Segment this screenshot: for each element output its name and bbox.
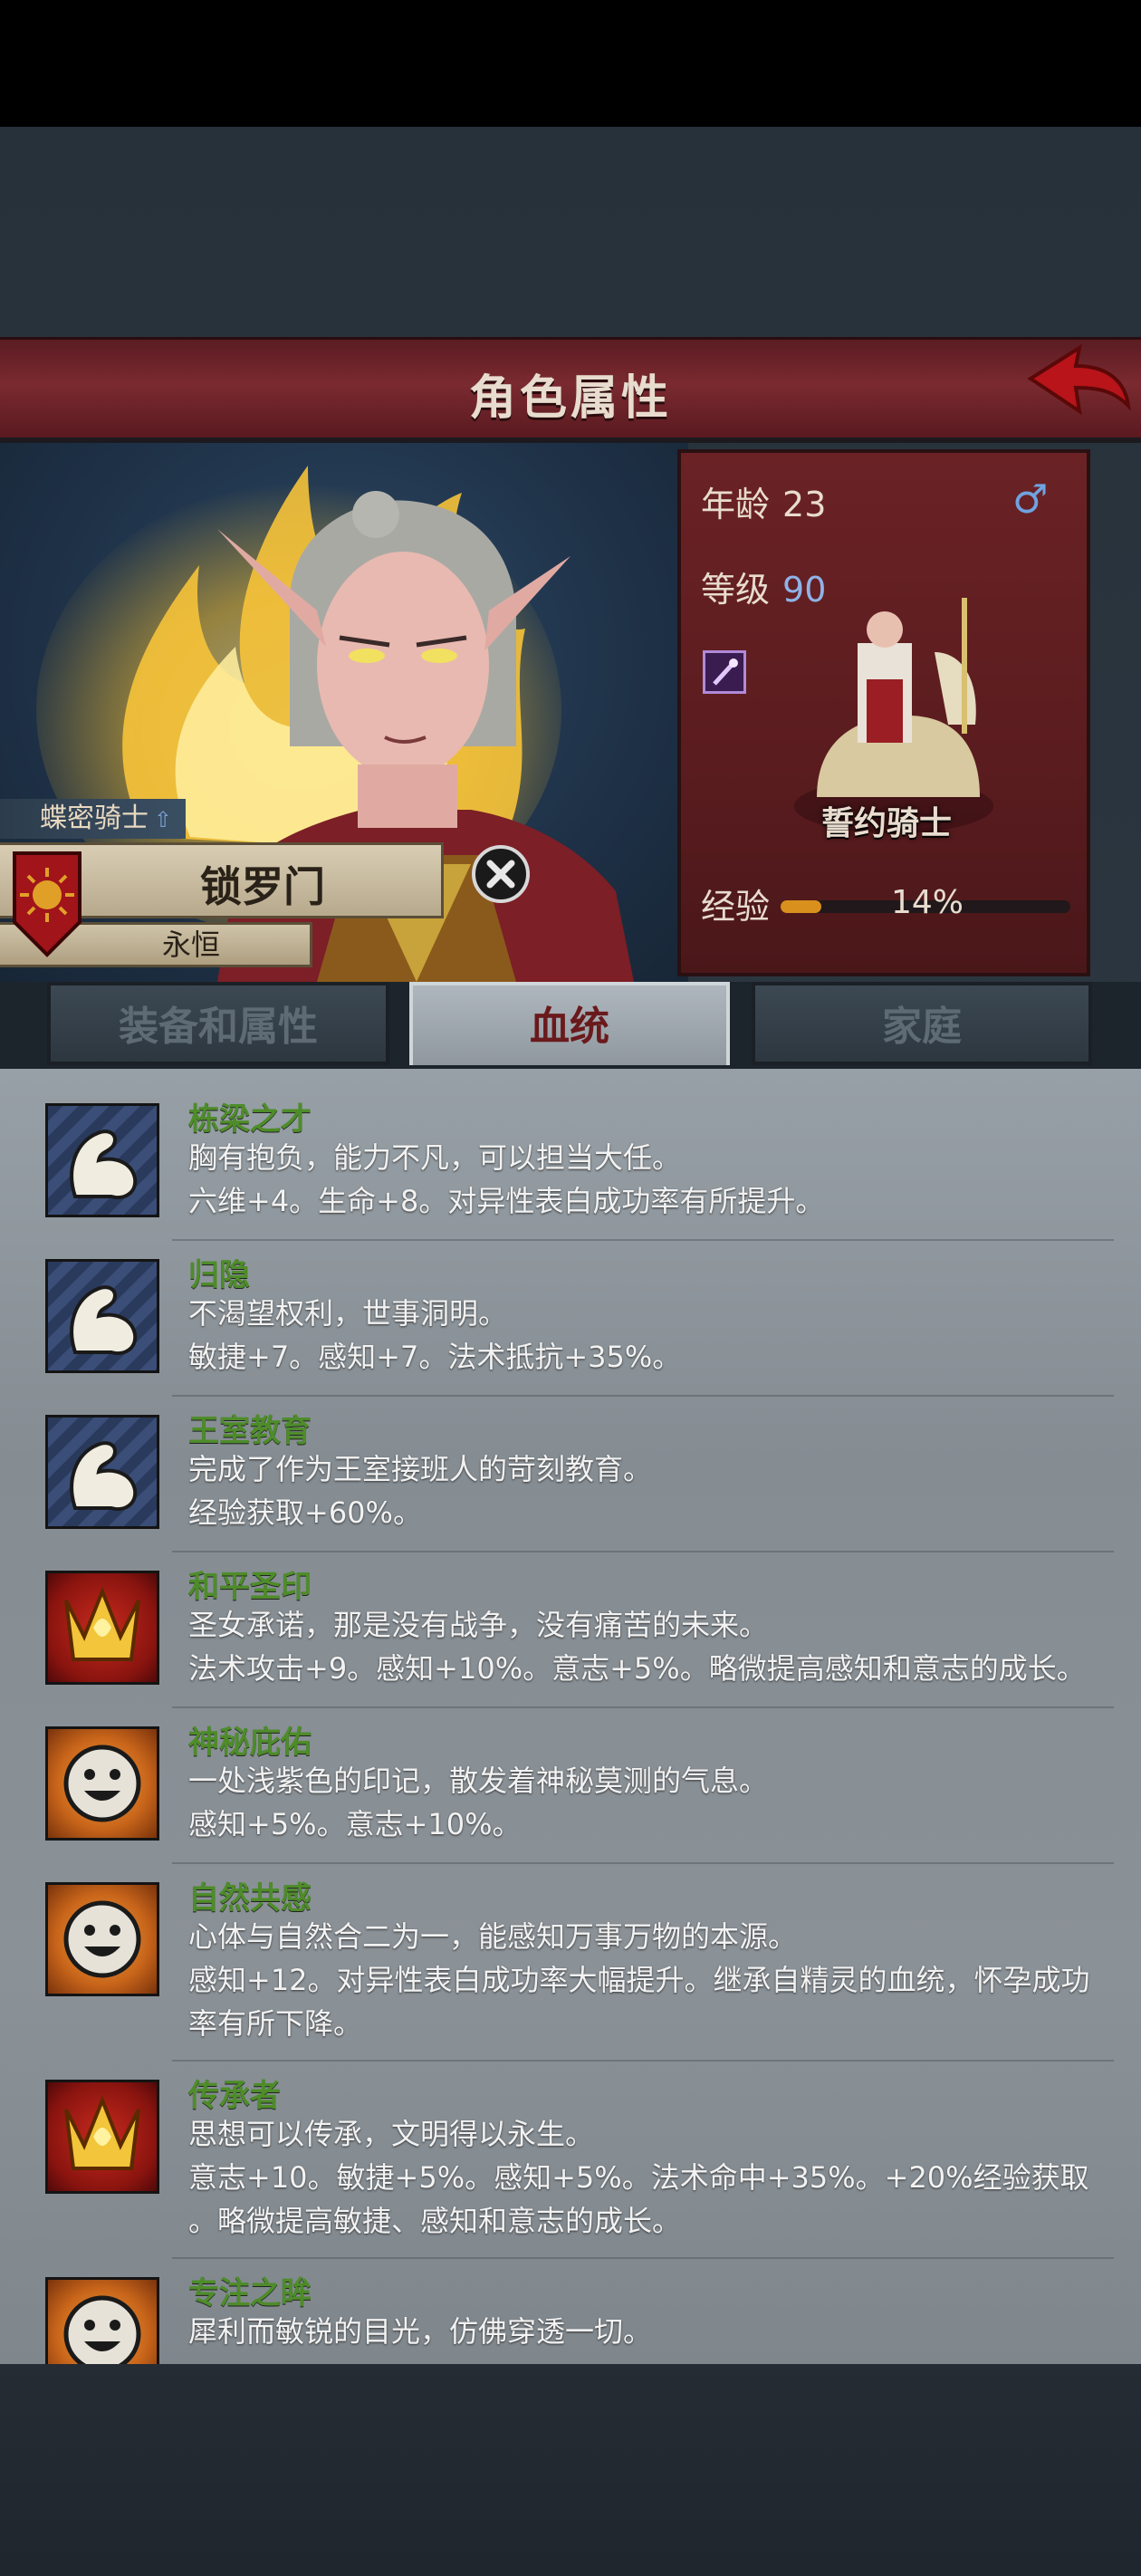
- exp-percent: 14%: [891, 884, 964, 921]
- exp-label: 经验: [701, 887, 771, 927]
- divider: [172, 1706, 1114, 1708]
- bloodline-desc: 完成了作为王室接班人的苛刻教育。: [188, 1452, 653, 1486]
- class-name: 蝶密骑士: [40, 803, 149, 834]
- divider: [172, 1551, 1114, 1552]
- divider: [172, 1239, 1114, 1241]
- bloodline-desc: 六维+4。生命+8。对异性表白成功率有所提升。: [188, 1184, 825, 1218]
- male-icon: ♂: [1012, 476, 1049, 523]
- level-label: 等级: [701, 570, 771, 610]
- divider: [172, 1395, 1114, 1397]
- age-value: 23: [782, 485, 827, 524]
- bloodline-desc: 感知+5%。意志+10%。: [188, 1807, 522, 1841]
- mount-name: 誓约骑士: [820, 805, 952, 842]
- bloodline-name: 自然共感: [188, 1880, 312, 1917]
- bottom-area: [0, 2364, 1141, 2576]
- bloodline-list[interactable]: 栋梁之才 胸有抱负，能力不凡，可以担当大任。六维+4。生命+8。对异性表白成功率有…: [0, 1069, 1141, 2364]
- bloodline-desc: 思想可以传承，文明得以永生。: [188, 2117, 595, 2151]
- bloodline-desc: 敏捷+7。感知+7。法术抵抗+35%。: [188, 1340, 682, 1374]
- bloodline-desc: 经验获取+60%。: [188, 1495, 422, 1530]
- bloodline-desc: 法术攻击+9。感知+10%。意志+5%。略微提高感知和意志的成长。: [188, 1651, 1086, 1686]
- tab-equipment[interactable]: 装备和属性: [47, 982, 389, 1065]
- bloodline-desc: 心体与自然合二为一，能感知万事万物的本源。: [188, 1919, 798, 1954]
- page-title: 角色属性: [468, 371, 672, 426]
- bloodline-desc: 。略微提高敏捷、感知和意志的成长。: [188, 2204, 682, 2238]
- bloodline-desc: 率有所下降。: [188, 2006, 363, 2041]
- crown-icon: [45, 1571, 159, 1685]
- bloodline-name: 专注之眸: [188, 2275, 312, 2312]
- exp-bar-fill: [781, 900, 821, 913]
- back-arrow-icon[interactable]: [1023, 342, 1132, 420]
- tab-bloodline[interactable]: 血统: [409, 982, 730, 1065]
- arm-icon: [45, 1103, 159, 1217]
- bloodline-desc: 一处浅紫色的印记，散发着神秘莫测的气息。: [188, 1764, 769, 1798]
- wand-skill-icon[interactable]: [703, 650, 746, 694]
- divider: [172, 1862, 1114, 1864]
- class-up-icon: ⇧: [154, 807, 173, 832]
- sun-crest-icon: [13, 851, 82, 957]
- sun-icon: [45, 1726, 159, 1841]
- tab-family[interactable]: 家庭: [752, 982, 1092, 1065]
- bloodline-name: 王室教育: [188, 1413, 312, 1449]
- status-bar: [0, 0, 1141, 127]
- bloodline-name: 和平圣印: [188, 1569, 312, 1605]
- bloodline-desc: 圣女承诺，那是没有战争，没有痛苦的未来。: [188, 1608, 769, 1642]
- crown-icon: [45, 2080, 159, 2194]
- bloodline-desc: 不渴望权利，世事洞明。: [188, 1296, 508, 1331]
- bloodline-name: 神秘庇佑: [188, 1725, 312, 1761]
- close-icon[interactable]: [471, 844, 531, 904]
- sun-icon: [45, 1882, 159, 1996]
- bloodline-desc: 意志+10。敏捷+5%。感知+5%。法术命中+35%。+20%经验获取: [188, 2160, 1089, 2195]
- character-name: 锁罗门: [200, 862, 325, 911]
- bloodline-name: 栋梁之才: [188, 1101, 312, 1138]
- bloodline-desc: 犀利而敏锐的目光，仿佛穿透一切。: [188, 2314, 653, 2349]
- title-bar: 角色属性: [0, 337, 1141, 443]
- tab-bar: 装备和属性 血统 家庭: [0, 982, 1141, 1069]
- bloodline-name: 传承者: [188, 2078, 281, 2114]
- divider: [172, 2257, 1114, 2259]
- class-label: 蝶密骑士 ⇧: [0, 799, 186, 839]
- sun-icon: [45, 2277, 159, 2364]
- bloodline-name: 归隐: [188, 1257, 250, 1293]
- divider: [172, 2060, 1114, 2062]
- arm-icon: [45, 1415, 159, 1529]
- bloodline-desc: 胸有抱负，能力不凡，可以担当大任。: [188, 1140, 682, 1175]
- stats-panel: 年龄 23 ♂ 等级 90 誓约骑士 经验 14%: [677, 449, 1090, 976]
- age-row: 年龄 23: [701, 476, 826, 526]
- bloodline-desc: 感知+12。对异性表白成功率大幅提升。继承自精灵的血统，怀孕成功: [188, 1963, 1090, 1997]
- arm-icon: [45, 1259, 159, 1373]
- age-label: 年龄: [701, 485, 771, 524]
